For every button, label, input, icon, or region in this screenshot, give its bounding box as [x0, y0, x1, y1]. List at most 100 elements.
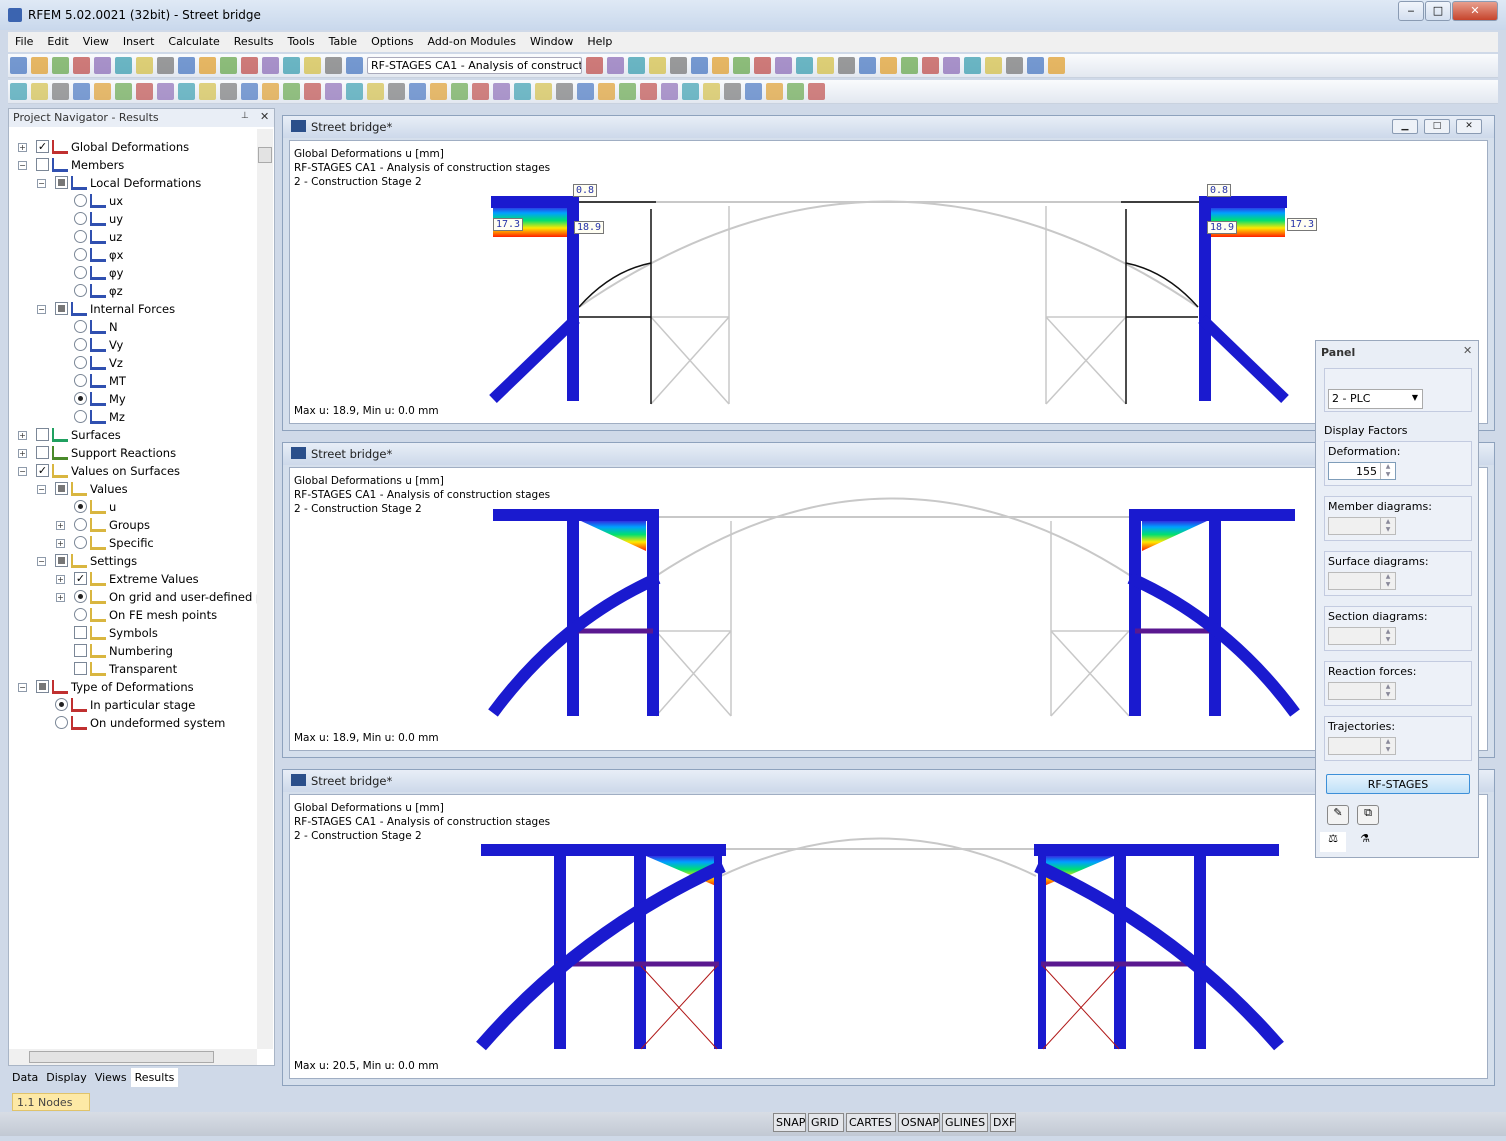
grid-icon[interactable]: [775, 57, 792, 74]
view-maximize-button[interactable]: □: [1424, 119, 1450, 134]
save-all-icon[interactable]: [52, 57, 69, 74]
tree-item-surfaces[interactable]: + Surfaces: [9, 426, 259, 444]
close-button[interactable]: ✕: [1452, 1, 1498, 21]
collapse-icon[interactable]: −: [18, 683, 27, 692]
view-minimize-button[interactable]: ▁: [1392, 119, 1418, 134]
checkbox[interactable]: [74, 644, 87, 657]
expand-icon[interactable]: +: [56, 539, 65, 548]
menu-edit[interactable]: Edit: [40, 32, 75, 48]
numbering-icon[interactable]: [724, 83, 741, 100]
load-case-select[interactable]: 2 - PLC ▼: [1328, 389, 1423, 409]
search-icon[interactable]: [220, 57, 237, 74]
status-snap[interactable]: SNAP: [773, 1113, 806, 1132]
expand-icon[interactable]: +: [18, 449, 27, 458]
grid-show-icon[interactable]: [703, 83, 720, 100]
tree-item-values[interactable]: − Values: [9, 480, 259, 498]
prev-icon[interactable]: [586, 57, 603, 74]
tree-item-extreme-values[interactable]: + ✓ Extreme Values: [9, 570, 259, 588]
menu-options[interactable]: Options: [364, 32, 420, 48]
snap-grid-icon[interactable]: [817, 57, 834, 74]
view-y-icon[interactable]: [409, 83, 426, 100]
line-load-icon[interactable]: [136, 83, 153, 100]
expand-icon[interactable]: +: [56, 575, 65, 584]
radio-button[interactable]: [74, 284, 87, 297]
tab-display[interactable]: Display: [42, 1068, 91, 1087]
checkbox[interactable]: [55, 482, 68, 495]
coordinates-icon[interactable]: [304, 83, 321, 100]
tree-item-n[interactable]: N: [9, 318, 259, 336]
minimize-button[interactable]: ‒: [1398, 1, 1424, 21]
checkbox[interactable]: [36, 428, 49, 441]
undo-icon[interactable]: [157, 57, 174, 74]
factor-spinner[interactable]: ▲ ▼: [1328, 737, 1396, 755]
display-icon[interactable]: [787, 83, 804, 100]
radio-button[interactable]: [74, 266, 87, 279]
status-cartes[interactable]: CARTES: [846, 1113, 896, 1132]
checkbox[interactable]: [36, 446, 49, 459]
checkbox[interactable]: [36, 158, 49, 171]
render-wire-icon[interactable]: [619, 83, 636, 100]
tree-item-internal-forces[interactable]: − Internal Forces: [9, 300, 259, 318]
print-graphic-icon[interactable]: [136, 57, 153, 74]
line-icon[interactable]: [31, 83, 48, 100]
horizontal-scrollbar[interactable]: [9, 1049, 257, 1065]
tree-item-support-reactions[interactable]: + Support Reactions: [9, 444, 259, 462]
material-icon[interactable]: [283, 83, 300, 100]
color-icon[interactable]: [535, 83, 552, 100]
tree-item-values-on-surfaces[interactable]: − ✓ Values on Surfaces: [9, 462, 259, 480]
ruler-icon[interactable]: [682, 83, 699, 100]
view-canvas[interactable]: Global Deformations u [mm] RF-STAGES CA1 …: [289, 794, 1488, 1079]
menu-table[interactable]: Table: [322, 32, 364, 48]
collapse-icon[interactable]: −: [37, 557, 46, 566]
maximize-button[interactable]: □: [1425, 1, 1451, 21]
tree-item-symbols[interactable]: Symbols: [9, 624, 259, 642]
factor-spinner[interactable]: ▲ ▼: [1328, 517, 1396, 535]
menu-file[interactable]: File: [8, 32, 40, 48]
node-icon[interactable]: [10, 83, 27, 100]
radio-button[interactable]: [55, 698, 68, 711]
spinner-arrows-icon[interactable]: ▲ ▼: [1380, 683, 1395, 699]
member-icon[interactable]: [52, 83, 69, 100]
copy-icon[interactable]: [283, 57, 300, 74]
show-results-icon[interactable]: [628, 57, 645, 74]
snap-icon[interactable]: [796, 57, 813, 74]
move-icon[interactable]: [838, 57, 855, 74]
radio-button[interactable]: [74, 392, 87, 405]
menu-view[interactable]: View: [76, 32, 116, 48]
select-all-icon[interactable]: [556, 83, 573, 100]
flag1-icon[interactable]: [1027, 57, 1044, 74]
radio-button[interactable]: [55, 716, 68, 729]
member-load-icon[interactable]: [157, 83, 174, 100]
radio-button[interactable]: [74, 248, 87, 261]
tools-icon[interactable]: [943, 57, 960, 74]
radio-button[interactable]: [74, 320, 87, 333]
filter-icon[interactable]: [493, 83, 510, 100]
radio-button[interactable]: [74, 338, 87, 351]
radio-button[interactable]: [74, 590, 87, 603]
tree-item-mz[interactable]: Mz: [9, 408, 259, 426]
pin-icon[interactable]: ⊥: [241, 111, 249, 121]
tree-item--z[interactable]: φz: [9, 282, 259, 300]
radio-button[interactable]: [74, 374, 87, 387]
values-icon[interactable]: [649, 57, 666, 74]
radio-button[interactable]: [74, 608, 87, 621]
tree-item-on-grid-and-user-defined-p[interactable]: + On grid and user-defined p: [9, 588, 263, 606]
collapse-icon[interactable]: −: [37, 305, 46, 314]
menu-calculate[interactable]: Calculate: [161, 32, 226, 48]
view-x-icon[interactable]: [388, 83, 405, 100]
support-show-icon[interactable]: [661, 83, 678, 100]
spinner-arrows-icon[interactable]: ▲ ▼: [1380, 463, 1395, 479]
checkbox[interactable]: [36, 680, 49, 693]
tab-results[interactable]: Results: [130, 1068, 179, 1087]
tree-item-on-fe-mesh-points[interactable]: On FE mesh points: [9, 606, 259, 624]
checkbox[interactable]: [55, 554, 68, 567]
tree-item-transparent[interactable]: Transparent: [9, 660, 259, 678]
table-icon[interactable]: [304, 57, 321, 74]
next-icon[interactable]: [607, 57, 624, 74]
view-canvas[interactable]: Global Deformations u [mm] RF-STAGES CA1 …: [289, 467, 1488, 751]
collapse-icon[interactable]: −: [37, 179, 46, 188]
status-glines[interactable]: GLINES: [942, 1113, 988, 1132]
radio-button[interactable]: [74, 194, 87, 207]
spinner-arrows-icon[interactable]: ▲ ▼: [1380, 738, 1395, 754]
tree-item-numbering[interactable]: Numbering: [9, 642, 259, 660]
